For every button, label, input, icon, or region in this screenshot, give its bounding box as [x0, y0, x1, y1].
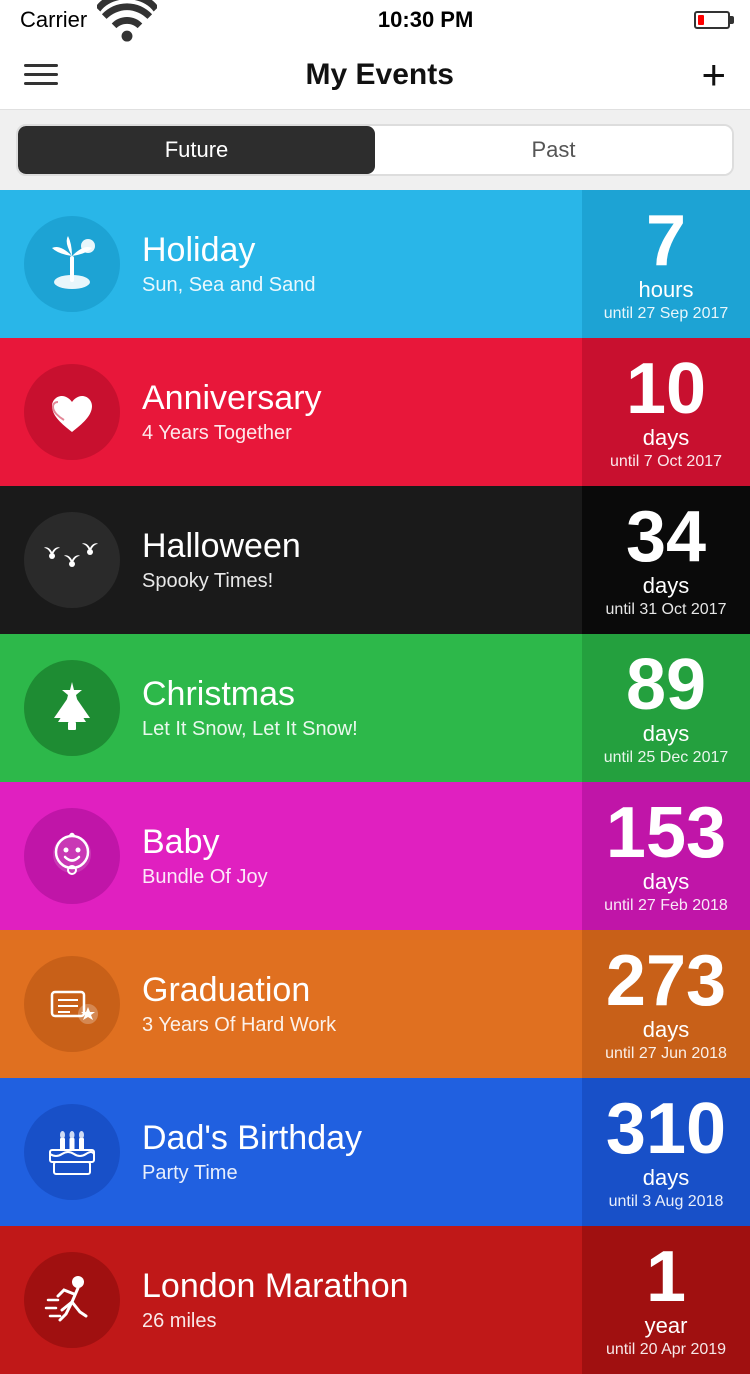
event-countdown-birthday: 310 days until 3 Aug 2018	[582, 1078, 750, 1226]
event-subtitle-christmas: Let It Snow, Let It Snow!	[142, 718, 358, 741]
count-until-graduation: until 27 Jun 2018	[605, 1045, 727, 1063]
event-row-baby[interactable]: Baby Bundle Of Joy 153 days until 27 Feb…	[0, 782, 750, 930]
event-countdown-graduation: 273 days until 27 Jun 2018	[582, 930, 750, 1078]
count-until-halloween: until 31 Oct 2017	[606, 601, 727, 619]
event-icon-halloween	[24, 512, 120, 608]
event-title-marathon: London Marathon	[142, 1267, 409, 1306]
hamburger-line-2	[24, 73, 58, 76]
event-row-marathon[interactable]: London Marathon 26 miles 1 year until 20…	[0, 1226, 750, 1374]
count-unit-marathon: year	[645, 1313, 688, 1339]
count-unit-halloween: days	[643, 573, 689, 599]
event-subtitle-halloween: Spooky Times!	[142, 570, 301, 593]
events-list: Holiday Sun, Sea and Sand 7 hours until …	[0, 190, 750, 1374]
event-countdown-holiday: 7 hours until 27 Sep 2017	[582, 190, 750, 338]
event-main-graduation: Graduation 3 Years Of Hard Work	[0, 930, 582, 1078]
event-title-anniversary: Anniversary	[142, 379, 322, 418]
page-title: My Events	[306, 58, 454, 92]
event-subtitle-birthday: Party Time	[142, 1162, 362, 1185]
time-label: 10:30 PM	[378, 7, 473, 33]
event-icon-holiday	[24, 216, 120, 312]
event-icon-baby	[24, 808, 120, 904]
event-subtitle-anniversary: 4 Years Together	[142, 422, 322, 445]
event-subtitle-marathon: 26 miles	[142, 1310, 409, 1333]
event-main-baby: Baby Bundle Of Joy	[0, 782, 582, 930]
hamburger-line-3	[24, 82, 58, 85]
count-number-graduation: 273	[606, 945, 726, 1017]
event-main-anniversary: Anniversary 4 Years Together	[0, 338, 582, 486]
count-number-marathon: 1	[646, 1241, 686, 1313]
status-bar: Carrier 10:30 PM	[0, 0, 750, 40]
event-text-birthday: Dad's Birthday Party Time	[142, 1119, 362, 1185]
tab-past[interactable]: Past	[375, 126, 732, 174]
event-title-halloween: Halloween	[142, 527, 301, 566]
event-row-birthday[interactable]: Dad's Birthday Party Time 310 days until…	[0, 1078, 750, 1226]
event-main-christmas: Christmas Let It Snow, Let It Snow!	[0, 634, 582, 782]
status-right	[694, 11, 730, 29]
event-countdown-halloween: 34 days until 31 Oct 2017	[582, 486, 750, 634]
count-unit-christmas: days	[643, 721, 689, 747]
count-unit-baby: days	[643, 869, 689, 895]
count-until-christmas: until 25 Dec 2017	[604, 749, 729, 767]
count-until-anniversary: until 7 Oct 2017	[610, 453, 722, 471]
count-unit-graduation: days	[643, 1017, 689, 1043]
count-number-anniversary: 10	[626, 353, 706, 425]
event-text-holiday: Holiday Sun, Sea and Sand	[142, 231, 315, 297]
event-icon-birthday	[24, 1104, 120, 1200]
event-text-christmas: Christmas Let It Snow, Let It Snow!	[142, 675, 358, 741]
event-text-marathon: London Marathon 26 miles	[142, 1267, 409, 1333]
event-text-baby: Baby Bundle Of Joy	[142, 823, 268, 889]
event-countdown-marathon: 1 year until 20 Apr 2019	[582, 1226, 750, 1374]
event-title-birthday: Dad's Birthday	[142, 1119, 362, 1158]
hamburger-line-1	[24, 64, 58, 67]
count-unit-holiday: hours	[638, 277, 693, 303]
event-main-halloween: Halloween Spooky Times!	[0, 486, 582, 634]
event-main-marathon: London Marathon 26 miles	[0, 1226, 582, 1374]
event-subtitle-baby: Bundle Of Joy	[142, 866, 268, 889]
event-title-baby: Baby	[142, 823, 268, 862]
event-row-christmas[interactable]: Christmas Let It Snow, Let It Snow! 89 d…	[0, 634, 750, 782]
count-number-birthday: 310	[606, 1093, 726, 1165]
event-title-holiday: Holiday	[142, 231, 315, 270]
add-event-button[interactable]: +	[701, 54, 726, 96]
event-main-birthday: Dad's Birthday Party Time	[0, 1078, 582, 1226]
event-row-anniversary[interactable]: Anniversary 4 Years Together 10 days unt…	[0, 338, 750, 486]
event-icon-anniversary	[24, 364, 120, 460]
count-until-marathon: until 20 Apr 2019	[606, 1341, 726, 1359]
event-text-halloween: Halloween Spooky Times!	[142, 527, 301, 593]
count-unit-anniversary: days	[643, 425, 689, 451]
event-row-holiday[interactable]: Holiday Sun, Sea and Sand 7 hours until …	[0, 190, 750, 338]
menu-button[interactable]	[24, 64, 58, 85]
event-text-graduation: Graduation 3 Years Of Hard Work	[142, 971, 336, 1037]
count-until-baby: until 27 Feb 2018	[604, 897, 728, 915]
event-text-anniversary: Anniversary 4 Years Together	[142, 379, 322, 445]
event-title-christmas: Christmas	[142, 675, 358, 714]
event-countdown-baby: 153 days until 27 Feb 2018	[582, 782, 750, 930]
tab-switcher: Future Past	[16, 124, 734, 176]
count-number-holiday: 7	[646, 205, 686, 277]
event-title-graduation: Graduation	[142, 971, 336, 1010]
event-main-holiday: Holiday Sun, Sea and Sand	[0, 190, 582, 338]
count-number-christmas: 89	[626, 649, 706, 721]
count-until-holiday: until 27 Sep 2017	[604, 305, 729, 323]
event-icon-christmas	[24, 660, 120, 756]
carrier-label: Carrier	[20, 7, 87, 33]
wifi-icon	[97, 0, 157, 53]
count-number-halloween: 34	[626, 501, 706, 573]
event-row-graduation[interactable]: Graduation 3 Years Of Hard Work 273 days…	[0, 930, 750, 1078]
tab-future[interactable]: Future	[18, 126, 375, 174]
event-icon-marathon	[24, 1252, 120, 1348]
event-countdown-christmas: 89 days until 25 Dec 2017	[582, 634, 750, 782]
count-unit-birthday: days	[643, 1165, 689, 1191]
battery-fill	[698, 15, 704, 25]
event-row-halloween[interactable]: Halloween Spooky Times! 34 days until 31…	[0, 486, 750, 634]
status-left: Carrier	[20, 0, 157, 53]
event-countdown-anniversary: 10 days until 7 Oct 2017	[582, 338, 750, 486]
battery-icon	[694, 11, 730, 29]
count-until-birthday: until 3 Aug 2018	[609, 1193, 724, 1211]
event-subtitle-graduation: 3 Years Of Hard Work	[142, 1014, 336, 1037]
count-number-baby: 153	[606, 797, 726, 869]
event-subtitle-holiday: Sun, Sea and Sand	[142, 274, 315, 297]
event-icon-graduation	[24, 956, 120, 1052]
